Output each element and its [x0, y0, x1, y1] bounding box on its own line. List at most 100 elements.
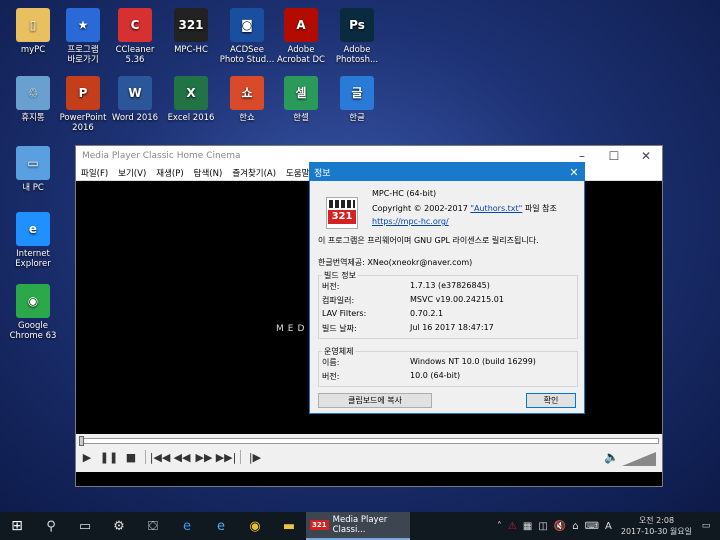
seek-thumb[interactable]: [79, 436, 84, 446]
ok-button[interactable]: 확인: [526, 393, 576, 408]
acrobat-tray-icon[interactable]: ⚠: [508, 521, 517, 532]
desktop-icon-label: MPC-HC: [174, 45, 208, 55]
desktop-icon-hancell[interactable]: 셀한셀: [270, 76, 332, 123]
website-link[interactable]: https://mpc-hc.org/: [372, 217, 449, 226]
program-shortcut-icon: ★: [66, 8, 100, 42]
clock[interactable]: 오전 2:08 2017-10-30 월요일: [621, 515, 692, 537]
desktop-icon-label: 내 PC: [22, 183, 44, 193]
internet-explorer-icon[interactable]: e: [204, 512, 238, 540]
info-key: LAV Filters:: [322, 309, 367, 318]
play-icon[interactable]: ▶: [76, 451, 98, 464]
mpc-hc-icon: 321: [174, 8, 208, 42]
desktop-icon-word[interactable]: W Word 2016: [104, 76, 166, 123]
notification-icon[interactable]: ▭: [696, 512, 716, 540]
desktop-icon-photoshop[interactable]: Ps Adobe Photosh...: [326, 8, 388, 65]
copyright-line: Copyright © 2002-2017 "Authors.txt" 파일 참…: [372, 204, 557, 213]
info-key: 빌드 날짜:: [322, 324, 357, 333]
menu-navigate[interactable]: 탐색(N): [189, 167, 228, 179]
desktop-icon-hangul[interactable]: 글한글: [326, 76, 388, 123]
info-value: Windows NT 10.0 (build 16299): [410, 357, 536, 366]
desktop-icon-this-pc[interactable]: ▭ 내 PC: [2, 146, 64, 193]
speaker-icon[interactable]: 🔈: [604, 450, 619, 464]
desktop-icon-label: Google Chrome 63: [9, 321, 57, 341]
rewind-icon[interactable]: ◀◀: [171, 451, 193, 464]
menu-play[interactable]: 재생(P): [151, 167, 188, 179]
excel-icon: X: [174, 76, 208, 110]
internet-explorer-icon: e: [16, 212, 50, 246]
license-text: 이 프로그램은 프리웨어이며 GNU GPL 라이센스로 릴리즈됩니다.: [318, 236, 539, 245]
info-key: 버전:: [322, 282, 340, 291]
desktop-icon-label: 한쇼: [239, 113, 255, 123]
network-icon[interactable]: ⌂: [572, 521, 578, 532]
desktop-icon-label: 한글: [349, 113, 365, 123]
seek-bar[interactable]: [79, 438, 659, 444]
desktop-icon-ccleaner[interactable]: C CCleaner 5.36: [104, 8, 166, 65]
taskbar-mpc-button[interactable]: 321 Media Player Classi...: [306, 512, 410, 540]
taskbar-mpc-label: Media Player Classi...: [332, 515, 388, 535]
dialog-title: 정보: [314, 168, 331, 179]
info-value: Jul 16 2017 18:47:17: [410, 323, 494, 332]
file-explorer-icon[interactable]: ▬: [272, 512, 306, 540]
hangul-icon: 글: [340, 76, 374, 110]
info-value: 0.70.2.1: [410, 309, 444, 318]
this-pc-icon: ▭: [16, 146, 50, 180]
desktop-icon-acdsee[interactable]: ◙ ACDSee Photo Stud...: [216, 8, 278, 65]
stop-icon[interactable]: ■: [120, 451, 142, 464]
chevron-up-icon[interactable]: ˄: [497, 521, 502, 532]
keyboard-icon[interactable]: ⌨: [585, 521, 599, 532]
playback-buttons: ▶ ❚❚ ■ |◀◀ ◀◀ ▶▶ ▶▶| |▶: [76, 450, 266, 464]
close-icon[interactable]: ✕: [630, 149, 662, 163]
desktop-icon-label: 한셀: [293, 113, 309, 123]
forward-icon[interactable]: ▶▶: [193, 451, 215, 464]
dialog-close-icon[interactable]: ✕: [564, 166, 584, 179]
previous-icon[interactable]: |◀◀: [149, 451, 171, 464]
mypc-icon: ▯: [16, 8, 50, 42]
desktop-icon-label: CCleaner 5.36: [115, 45, 155, 65]
settings-icon[interactable]: ⚙: [102, 512, 136, 540]
edge-icon[interactable]: e: [170, 512, 204, 540]
acrobat-icon: A: [284, 8, 318, 42]
os-label: 운영체제: [322, 346, 356, 357]
store-icon[interactable]: ⛋: [136, 512, 170, 540]
maximize-icon[interactable]: ☐: [598, 149, 630, 163]
volume-slider[interactable]: [622, 452, 656, 466]
desktop-icon-google-chrome[interactable]: ◉ Google Chrome 63: [2, 284, 64, 341]
info-key: 버전:: [322, 372, 340, 381]
windows-start-icon[interactable]: ⊞: [0, 512, 34, 540]
authors-link[interactable]: "Authors.txt": [470, 204, 522, 213]
desktop-icon-label: Adobe Photosh...: [335, 45, 379, 65]
desktop-icon-hanshow[interactable]: 쇼 한쇼: [216, 76, 278, 123]
desktop-icon-acrobat[interactable]: A Adobe Acrobat DC: [270, 8, 332, 65]
dialog-title-bar[interactable]: 정보 ✕: [310, 163, 584, 181]
task-view-icon[interactable]: ▭: [68, 512, 102, 540]
desktop-icon-internet-explorer[interactable]: e Internet Explorer: [2, 212, 64, 269]
frame-step-icon[interactable]: |▶: [244, 451, 266, 464]
desktop-icon-label: Excel 2016: [167, 113, 215, 123]
mpc-logo-icon: 321: [326, 197, 358, 229]
next-icon[interactable]: ▶▶|: [215, 451, 237, 464]
desktop-icon-label: Adobe Acrobat DC: [277, 45, 325, 65]
volume-control[interactable]: 🔈: [604, 450, 656, 468]
acdsee-icon: ◙: [230, 8, 264, 42]
desktop-icon-mpc-hc[interactable]: 321 MPC-HC: [160, 8, 222, 55]
pause-icon[interactable]: ❚❚: [98, 451, 120, 464]
minimize-icon[interactable]: –: [566, 149, 598, 163]
info-value: 10.0 (64-bit): [410, 371, 461, 380]
tray-app-icon[interactable]: ◫: [538, 521, 547, 532]
desktop-icon-label: ACDSee Photo Stud...: [219, 45, 275, 65]
menu-view[interactable]: 보기(V): [113, 167, 151, 179]
copy-to-clipboard-button[interactable]: 클립보드에 복사: [318, 393, 432, 408]
desktop-icon-excel[interactable]: X Excel 2016: [160, 76, 222, 123]
recycle-bin-icon: ♲: [16, 76, 50, 110]
input-method-icon[interactable]: A: [605, 521, 612, 532]
menu-file[interactable]: 파일(F): [76, 167, 113, 179]
chrome-icon[interactable]: ◉: [238, 512, 272, 540]
hancell-icon: 셀: [284, 76, 318, 110]
word-icon: W: [118, 76, 152, 110]
tray-app-icon[interactable]: ▦: [523, 521, 532, 532]
desktop-icon-label: Word 2016: [111, 113, 159, 123]
speaker-muted-icon[interactable]: 🔇: [554, 521, 566, 532]
menu-favorites[interactable]: 즐겨찾기(A): [227, 167, 281, 179]
search-icon[interactable]: ⚲: [34, 512, 68, 540]
app-name: MPC-HC (64-bit): [372, 189, 437, 198]
